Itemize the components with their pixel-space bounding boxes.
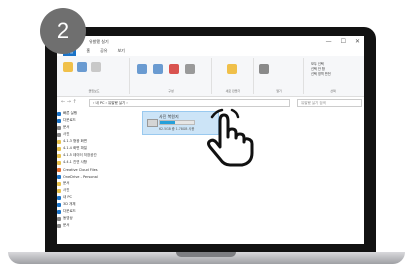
sidebar-item[interactable]: 사진 <box>57 131 115 138</box>
sidebar-item[interactable]: 빠른 실행 <box>57 110 115 117</box>
search-input[interactable]: 유발됐 실기 검색 <box>297 99 362 107</box>
sidebar-item-label: 다운로드 <box>63 209 76 213</box>
ribbon-group-select: 모두 선택 선택 안 함 선택 영역 반전 선택 <box>305 58 361 94</box>
drive-usage-fill <box>160 121 176 124</box>
sidebar-item[interactable]: 문서 <box>57 124 115 131</box>
sidebar-item-label: 사진 <box>63 188 70 192</box>
maximize-button[interactable]: ☐ <box>341 38 346 45</box>
window-controls: — ☐ ✕ <box>326 38 360 45</box>
ribbon-group-organize: 구성 <box>131 58 212 94</box>
tab-view[interactable]: 보기 <box>117 48 124 56</box>
sidebar-item-label: 3D 개체 <box>63 202 76 206</box>
sidebar-item-label: 문서 <box>63 181 70 185</box>
sidebar-item[interactable]: 동영상 <box>57 215 115 222</box>
ribbon-group-label: 선택 <box>330 89 336 93</box>
sidebar-item-label: 4.1.3 형광 화면 <box>63 139 88 143</box>
window-title: 유발됐 실기 <box>89 39 109 44</box>
sidebar-item-label: 빠른 실행 <box>63 111 77 115</box>
video-icon <box>57 216 61 221</box>
ribbon: 클립보드 구성 새로 만들기 열기 모두 선택 선택 안 함 선택 영역 반전 … <box>57 56 364 97</box>
picture-icon <box>57 132 61 137</box>
sidebar-item-label: OneDrive - Personal <box>63 174 98 179</box>
pin-icon[interactable] <box>63 62 73 72</box>
sidebar-item[interactable]: 사진 <box>57 187 115 194</box>
properties-icon[interactable] <box>259 64 269 74</box>
minimize-button[interactable]: — <box>326 38 332 45</box>
drive-icon <box>147 119 158 127</box>
step-badge: 2 <box>40 8 86 54</box>
rename-icon[interactable] <box>185 64 195 74</box>
ribbon-tabs: 파일 홈 공유 보기 <box>57 48 364 56</box>
sidebar-item-label: 동영상 <box>63 216 73 220</box>
sidebar-item[interactable]: Creative Cloud Files <box>57 166 115 173</box>
star-icon <box>57 111 61 116</box>
sidebar-item[interactable]: 문서 <box>57 222 115 229</box>
title-bar: 유발됐 실기 — ☐ ✕ <box>57 36 364 48</box>
drive-usage-bar <box>159 120 195 125</box>
folder-icon <box>57 146 61 151</box>
address-bar-row: ← → ↑ › 내 PC › 유발됐 실기 › 유발됐 실기 검색 <box>57 98 364 107</box>
sidebar-item-label: 4.1.5 데이터 저장공간 <box>63 153 97 157</box>
invert-selection-button[interactable]: 선택 영역 반전 <box>311 72 331 77</box>
computer-icon <box>57 195 61 200</box>
download-icon <box>57 118 61 123</box>
laptop-notch <box>176 252 236 257</box>
sidebar-item-label: 4.1.4 화면 파일 <box>63 146 88 150</box>
move-icon[interactable] <box>137 64 147 74</box>
paste-icon[interactable] <box>91 62 101 72</box>
copy-to-icon[interactable] <box>153 64 163 74</box>
folder-icon <box>57 153 61 158</box>
ribbon-group-label: 구성 <box>168 89 174 93</box>
address-bar[interactable]: › 내 PC › 유발됐 실기 › <box>89 99 290 107</box>
drive-size: 62.5GB 중 1.78GB 사용 <box>159 127 195 131</box>
document-icon <box>57 223 61 228</box>
delete-icon[interactable] <box>169 64 179 74</box>
folder-icon <box>57 160 61 165</box>
step-number: 2 <box>56 18 70 43</box>
sidebar-item[interactable]: 문서 <box>57 180 115 187</box>
tab-home[interactable]: 홈 <box>86 48 90 56</box>
sidebar-item[interactable]: 4.1.4 화면 파일 <box>57 145 115 152</box>
navigation-pane: 빠른 실행 다운로드 문서 사진 4.1.3 형광 화면 4.1.4 화면 파일… <box>57 110 115 244</box>
cube-icon <box>57 202 61 207</box>
sidebar-item-label: 사진 <box>63 132 70 136</box>
sidebar-item-label: Creative Cloud Files <box>63 167 98 172</box>
folder-icon <box>57 181 61 186</box>
sidebar-item-label: 문서 <box>63 223 70 227</box>
sidebar-item[interactable]: 다운로드 <box>57 208 115 215</box>
ribbon-group-clipboard: 클립보드 <box>59 58 130 94</box>
folder-icon <box>57 188 61 193</box>
nav-arrows-icon[interactable]: ← → ↑ <box>61 99 77 105</box>
ribbon-group-label: 클립보드 <box>88 89 100 93</box>
ribbon-group-label: 열기 <box>276 89 282 93</box>
ribbon-group-new: 새로 만들기 <box>213 58 254 94</box>
sidebar-item[interactable]: 내 PC <box>57 194 115 201</box>
sidebar-item[interactable]: 4.1.3 형광 화면 <box>57 138 115 145</box>
ribbon-group-label: 새로 만들기 <box>225 89 241 93</box>
download-icon <box>57 209 61 214</box>
sidebar-item[interactable]: OneDrive - Personal <box>57 173 115 180</box>
sidebar-item-label: 4.4.1 진연 사항 <box>63 160 88 164</box>
new-folder-icon[interactable] <box>227 64 237 74</box>
sidebar-item[interactable]: 다운로드 <box>57 117 115 124</box>
ribbon-group-open: 열기 <box>255 58 304 94</box>
folder-icon <box>57 139 61 144</box>
tab-share[interactable]: 공유 <box>100 48 107 56</box>
pointer-hand-icon <box>207 108 254 167</box>
close-button[interactable]: ✕ <box>355 38 360 45</box>
sidebar-item-label: 내 PC <box>63 195 72 199</box>
sidebar-item[interactable]: 3D 개체 <box>57 201 115 208</box>
sidebar-item-label: 문서 <box>63 125 70 129</box>
creative-cloud-icon <box>57 167 61 172</box>
sidebar-item[interactable]: 4.4.1 진연 사항 <box>57 159 115 166</box>
document-icon <box>57 125 61 130</box>
sidebar-item[interactable]: 4.1.5 데이터 저장공간 <box>57 152 115 159</box>
copy-icon[interactable] <box>77 62 87 72</box>
select-options: 모두 선택 선택 안 함 선택 영역 반전 <box>311 62 331 77</box>
cloud-icon <box>57 174 61 179</box>
sidebar-item-label: 다운로드 <box>63 118 76 122</box>
